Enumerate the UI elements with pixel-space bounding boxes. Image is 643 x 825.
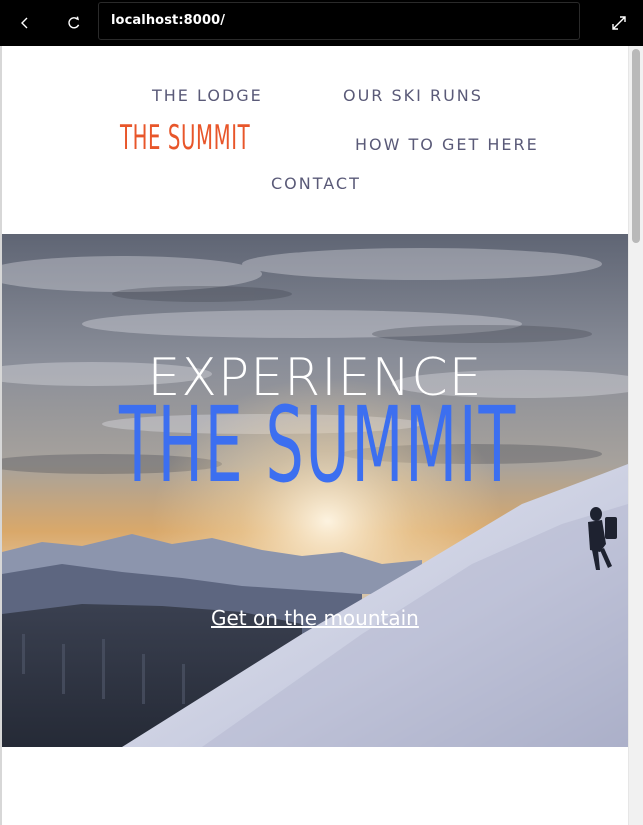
hero-heading-line2: THE SUMMIT	[119, 384, 518, 506]
url-text: localhost:8000/	[111, 13, 226, 28]
hero-cta-link[interactable]: Get on the mountain	[211, 606, 419, 630]
reload-icon	[68, 16, 80, 29]
back-button[interactable]	[10, 8, 40, 38]
expand-button[interactable]	[604, 8, 634, 38]
nav-link-the-lodge[interactable]: THE LODGE	[152, 86, 263, 105]
nav-link-how-to-get-here[interactable]: HOW TO GET HERE	[355, 135, 539, 154]
chevron-left-icon	[21, 17, 28, 29]
hero-section: EXPERIENCE THE SUMMIT Get on the mountai…	[2, 234, 628, 747]
site-logo[interactable]: THE SUMMIT	[120, 118, 250, 158]
browser-toolbar: localhost:8000/	[0, 0, 643, 46]
vertical-scrollbar[interactable]	[628, 46, 643, 825]
expand-icon	[612, 16, 626, 30]
page-viewport: THE LODGE OUR SKI RUNS THE SUMMIT HOW TO…	[0, 46, 643, 825]
address-bar[interactable]: localhost:8000/	[98, 2, 580, 40]
nav-link-our-ski-runs[interactable]: OUR SKI RUNS	[343, 86, 483, 105]
nav-link-contact[interactable]: CONTACT	[271, 174, 361, 193]
reload-button[interactable]	[59, 8, 89, 38]
scrollbar-thumb[interactable]	[632, 49, 640, 243]
